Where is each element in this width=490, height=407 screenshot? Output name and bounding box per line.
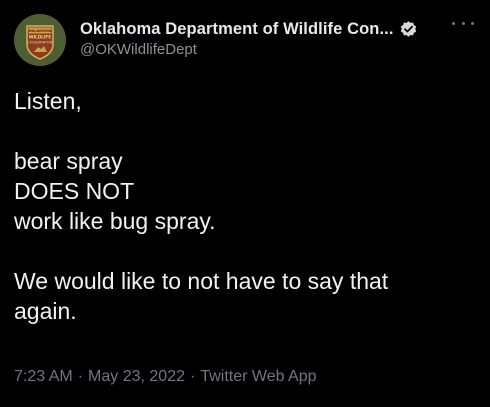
handle[interactable]: @OKWildlifeDept: [80, 41, 440, 58]
meta-separator: ·: [189, 368, 196, 385]
tweet-line: work like bug spray.: [14, 208, 216, 234]
tweet-source[interactable]: Twitter Web App: [200, 368, 316, 385]
avatar-text-top: OKLAHOMA: [28, 29, 52, 33]
tweet-line: Listen,: [14, 88, 82, 114]
avatar-text-mid: WILDLIFE: [29, 35, 51, 40]
tweet-line-gap: [14, 116, 476, 146]
display-name[interactable]: Oklahoma Department of Wildlife Con...: [80, 20, 394, 39]
tweet-time[interactable]: 7:23 AM: [14, 368, 73, 385]
verified-badge-icon: [399, 20, 418, 39]
author-info: Oklahoma Department of Wildlife Con... @…: [80, 18, 440, 58]
name-row: Oklahoma Department of Wildlife Con...: [80, 18, 440, 40]
tweet-line: bear spray: [14, 148, 123, 174]
tweet-date[interactable]: May 23, 2022: [88, 368, 185, 385]
tweet-line: DOES NOT: [14, 178, 135, 204]
avatar-text-bottom: CONSERVATION: [28, 41, 53, 45]
tweet: OKLAHOMA WILDLIFE CONSERVATION Oklahoma …: [0, 0, 490, 407]
tweet-line: We would like to not have to say that: [14, 268, 389, 294]
tweet-line: again.: [14, 298, 77, 324]
tweet-line-gap: [14, 236, 476, 266]
more-options-icon[interactable]: [452, 16, 474, 30]
tweet-metadata: 7:23 AM · May 23, 2022 · Twitter Web App: [14, 368, 317, 386]
avatar[interactable]: OKLAHOMA WILDLIFE CONSERVATION: [14, 14, 66, 66]
odwc-logo: OKLAHOMA WILDLIFE CONSERVATION: [14, 14, 66, 66]
tweet-text: Listen, bear spray DOES NOT work like bu…: [14, 86, 476, 326]
meta-separator: ·: [77, 368, 84, 385]
tweet-header: OKLAHOMA WILDLIFE CONSERVATION Oklahoma …: [14, 14, 480, 66]
